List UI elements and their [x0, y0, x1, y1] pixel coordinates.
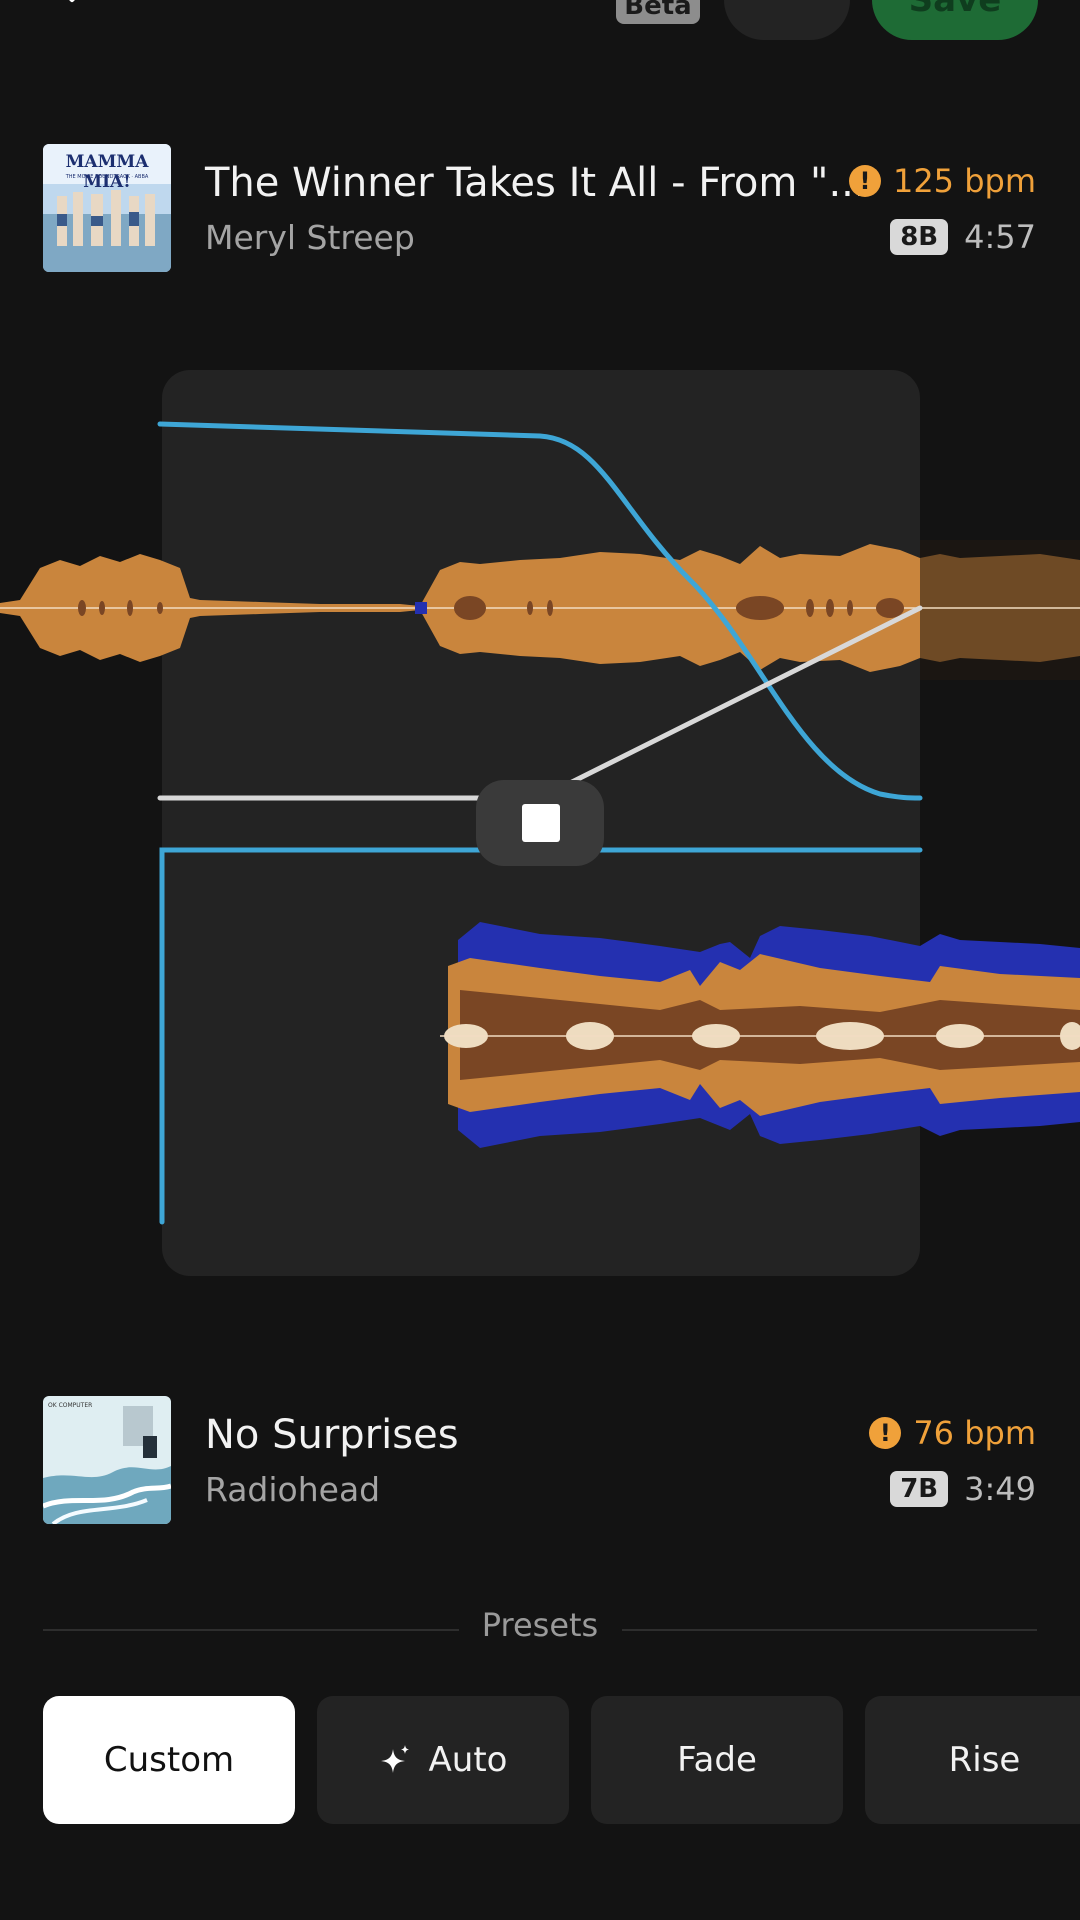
- album-cover-subtitle-a: THE MOVIE SOUNDTRACK · ABBA: [65, 174, 149, 180]
- preset-auto-label: Auto: [428, 1740, 508, 1780]
- preset-fade-label: Fade: [677, 1740, 757, 1780]
- track-a-duration: 4:57: [964, 218, 1036, 256]
- stop-icon: [522, 804, 560, 842]
- save-button[interactable]: Save: [872, 0, 1038, 40]
- preset-fade[interactable]: Fade: [591, 1696, 843, 1824]
- sparkle-icon: [380, 1745, 409, 1773]
- track-b-meta: 7B 3:49: [890, 1470, 1036, 1508]
- preset-rise[interactable]: Rise: [865, 1696, 1080, 1824]
- track-b-waveform: [440, 922, 1080, 1148]
- close-icon: [69, 0, 75, 2]
- preset-custom-label: Custom: [103, 1740, 235, 1780]
- presets-divider-left: [43, 1629, 459, 1631]
- presets-heading: Presets: [481, 1606, 599, 1644]
- track-a-meta: 8B 4:57: [890, 218, 1036, 256]
- preset-auto[interactable]: Auto: [317, 1696, 569, 1824]
- beta-badge: Beta: [616, 0, 700, 24]
- album-cover-track-b: OK COMPUTER: [43, 1396, 171, 1524]
- warning-icon: !: [848, 165, 881, 197]
- track-b-artist: Radiohead: [205, 1470, 381, 1509]
- album-cover-title-a: MAMMA MIA!: [65, 152, 149, 192]
- track-a-bpm-value: 125 bpm: [892, 162, 1036, 200]
- track-b-bpm[interactable]: ! 76 bpm: [869, 1414, 1036, 1452]
- album-cover-title-b: OK COMPUTER: [48, 1402, 93, 1409]
- presets-divider-right: [622, 1629, 1037, 1631]
- more-options-button[interactable]: •••: [724, 0, 850, 40]
- preset-custom[interactable]: Custom: [43, 1696, 295, 1824]
- more-icon: •••: [749, 0, 826, 18]
- track-b-bpm-value: 76 bpm: [913, 1414, 1036, 1452]
- track-a-title: The Winner Takes It All - From "...: [205, 160, 867, 206]
- preset-rise-label: Rise: [948, 1740, 1021, 1780]
- track-b-key-badge: 7B: [890, 1471, 949, 1507]
- track-a-bpm[interactable]: ! 125 bpm: [848, 162, 1036, 200]
- stop-button[interactable]: [476, 780, 604, 866]
- warning-icon: !: [869, 1417, 902, 1449]
- track-a-key-badge: 8B: [890, 219, 949, 255]
- album-cover-track-a: MAMMA MIA! THE MOVIE SOUNDTRACK · ABBA: [43, 144, 171, 272]
- close-button[interactable]: [44, 0, 100, 24]
- track-a-artist: Meryl Streep: [205, 218, 415, 257]
- track-b-duration: 3:49: [964, 1470, 1036, 1508]
- track-b-title: No Surprises: [205, 1412, 459, 1458]
